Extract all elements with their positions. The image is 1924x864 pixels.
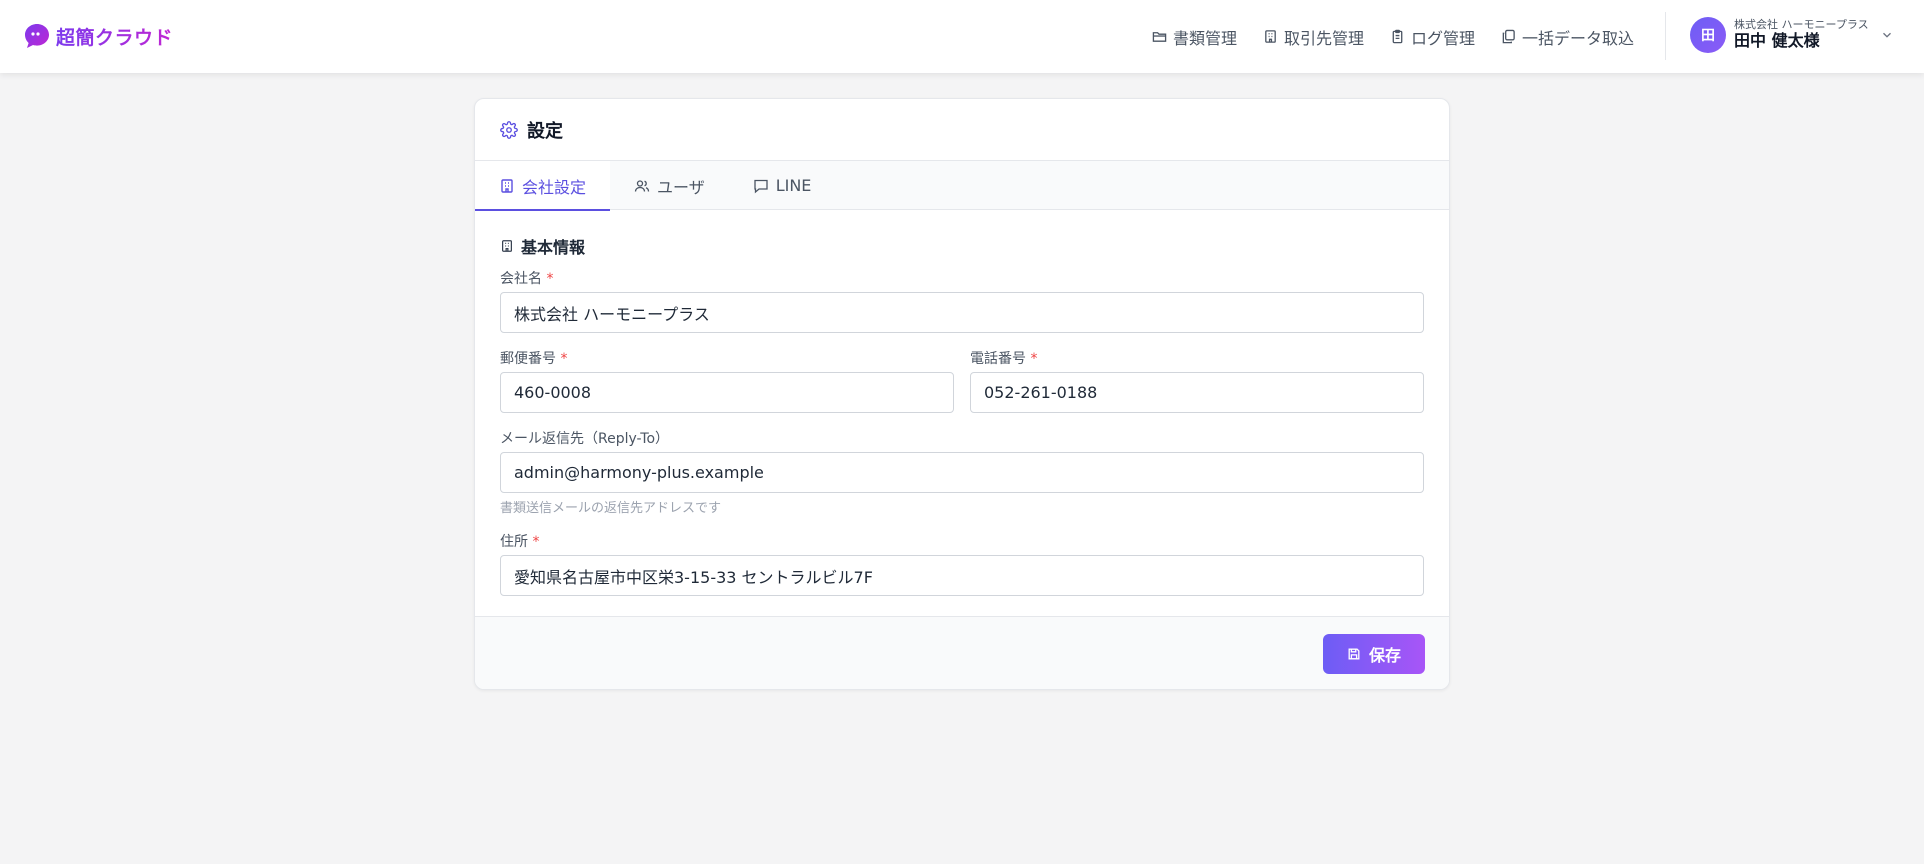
reply-to-hint: 書類送信メールの返信先アドレスです bbox=[500, 501, 722, 516]
address-input[interactable] bbox=[500, 555, 1424, 596]
postal-code-input[interactable] bbox=[500, 372, 954, 413]
company-name-label-text: 会社名 bbox=[500, 271, 542, 287]
nav-clients-label: 取引先管理 bbox=[1283, 28, 1364, 48]
tab-company-settings[interactable]: 会社設定 bbox=[475, 161, 611, 211]
reply-to-input[interactable] bbox=[500, 452, 1424, 493]
nav-clients[interactable]: 取引先管理 bbox=[1263, 25, 1364, 49]
chat-bubble-logo-icon bbox=[25, 24, 49, 48]
phone-label: 電話番号 * bbox=[970, 348, 1424, 368]
reply-to-field: メール返信先（Reply-To） 書類送信メールの返信先アドレスです bbox=[500, 428, 1424, 516]
settings-form: 基本情報 会社名 * 郵便番号 * 電話番号 * メール返信先（Reply-To… bbox=[475, 210, 1449, 616]
nav-documents-label: 書類管理 bbox=[1172, 28, 1237, 48]
tab-users[interactable]: ユーザ bbox=[610, 161, 729, 210]
reply-to-label: メール返信先（Reply-To） bbox=[500, 431, 670, 447]
page-title: 設定 bbox=[527, 120, 563, 142]
brand-name: 超簡クラウド bbox=[56, 23, 173, 50]
clipboard-icon bbox=[1392, 29, 1403, 44]
gear-icon bbox=[500, 120, 518, 139]
building-icon bbox=[1265, 30, 1276, 43]
postal-code-label: 郵便番号 * bbox=[500, 348, 954, 368]
user-name: 田中 健太様 bbox=[1734, 31, 1820, 51]
header-divider bbox=[1665, 12, 1666, 60]
phone-field: 電話番号 * bbox=[970, 348, 1424, 413]
phone-input[interactable] bbox=[970, 372, 1424, 413]
settings-card: 設定 会社設定 ユーザ LINE 基本情報 会社名 * 郵便番号 * bbox=[474, 98, 1450, 690]
postal-code-field: 郵便番号 * bbox=[500, 348, 954, 413]
tab-line-label: LINE bbox=[775, 176, 812, 195]
address-label-text: 住所 bbox=[500, 534, 528, 550]
required-mark: * bbox=[1030, 351, 1038, 367]
chevron-down-icon bbox=[1883, 32, 1891, 38]
section-title: 基本情報 bbox=[521, 238, 586, 257]
save-button[interactable]: 保存 bbox=[1323, 634, 1425, 674]
user-menu[interactable]: 田 株式会社 ハーモニープラス 田中 健太様 bbox=[1690, 17, 1891, 53]
tab-users-label: ユーザ bbox=[657, 177, 705, 197]
required-mark: * bbox=[560, 351, 568, 367]
nav-logs-label: ログ管理 bbox=[1410, 28, 1475, 48]
building-icon bbox=[501, 178, 513, 193]
tab-line[interactable]: LINE bbox=[729, 161, 836, 210]
app-logo[interactable]: 超簡クラウド bbox=[23, 22, 173, 50]
save-icon bbox=[1348, 648, 1360, 660]
address-field: 住所 * bbox=[500, 531, 1424, 596]
settings-tabs: 会社設定 ユーザ LINE bbox=[475, 161, 1449, 211]
company-name-label: 会社名 * bbox=[500, 268, 1424, 288]
top-navbar: 超簡クラウド 書類管理 取引先管理 ログ管理 一括データ取込 田 株式会社 ハー… bbox=[0, 0, 1924, 73]
main-nav: 書類管理 取引先管理 ログ管理 一括データ取込 bbox=[1152, 0, 1634, 73]
card-header: 設定 bbox=[475, 99, 1449, 161]
phone-label-text: 電話番号 bbox=[970, 351, 1026, 367]
building-icon bbox=[502, 240, 512, 252]
user-info: 株式会社 ハーモニープラス 田中 健太様 bbox=[1734, 19, 1869, 50]
folder-icon bbox=[1152, 32, 1167, 42]
nav-bulk-import-label: 一括データ取込 bbox=[1521, 28, 1634, 48]
nav-bulk-import[interactable]: 一括データ取込 bbox=[1501, 25, 1634, 49]
postal-phone-row: 郵便番号 * 電話番号 * bbox=[500, 348, 1424, 428]
section-heading: 基本情報 bbox=[500, 234, 1424, 258]
card-footer: 保存 bbox=[475, 616, 1449, 689]
address-label: 住所 * bbox=[500, 531, 1424, 551]
tab-company-settings-label: 会社設定 bbox=[522, 177, 587, 197]
users-icon bbox=[634, 179, 650, 192]
company-name-input[interactable] bbox=[500, 292, 1424, 333]
nav-documents[interactable]: 書類管理 bbox=[1152, 25, 1237, 49]
nav-logs[interactable]: ログ管理 bbox=[1390, 25, 1475, 49]
required-mark: * bbox=[546, 271, 554, 287]
save-button-label: 保存 bbox=[1368, 646, 1401, 665]
required-mark: * bbox=[532, 534, 540, 550]
chat-icon bbox=[754, 179, 768, 193]
company-name-field: 会社名 * bbox=[500, 268, 1424, 333]
copy-icon bbox=[1502, 29, 1515, 44]
postal-code-label-text: 郵便番号 bbox=[500, 351, 556, 367]
avatar: 田 bbox=[1690, 17, 1726, 53]
